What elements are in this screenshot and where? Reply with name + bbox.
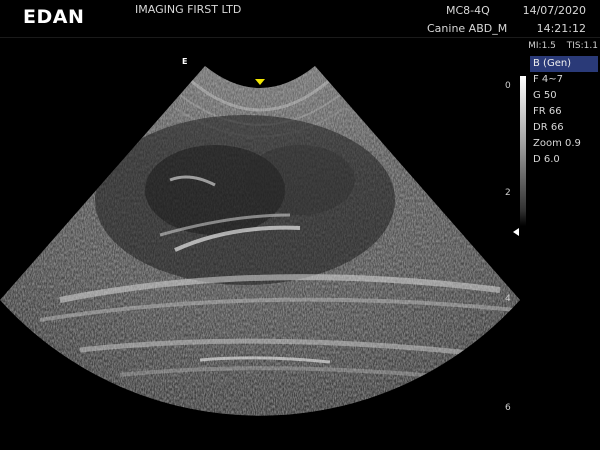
param-frequency: F 4~7 (533, 74, 564, 85)
focus-marker-icon[interactable] (255, 79, 265, 85)
exam-date: 14/07/2020 (522, 4, 586, 17)
parameter-panel: B (Gen) F 4~7 G 50 FR 66 DR 66 Zoom 0.9 … (530, 56, 598, 168)
mode-indicator[interactable]: B (Gen) (530, 56, 598, 72)
depth-tick-6: 6 (505, 403, 511, 413)
header-bar: EDAN IMAGING FIRST LTD MC8-4Q Canine ABD… (0, 0, 600, 38)
orientation-marker: E (182, 57, 188, 66)
param-gain: G 50 (533, 90, 557, 101)
tis-index: TIS:1.1 (566, 41, 598, 51)
brand-logo: EDAN (23, 6, 85, 28)
institution-name: IMAGING FIRST LTD (135, 3, 242, 16)
header-divider (0, 37, 600, 38)
param-zoom: Zoom 0.9 (533, 138, 581, 149)
probe-name: MC8-4Q (446, 4, 490, 17)
depth-tick-0: 0 (505, 81, 511, 91)
exam-time: 14:21:12 (536, 22, 586, 35)
mi-index: MI:1.5 (528, 41, 556, 51)
param-frame-rate: FR 66 (533, 106, 562, 117)
ultrasound-image (0, 66, 520, 416)
acoustic-indices: MI:1.5 TIS:1.1 (528, 41, 598, 51)
depth-tick-2: 2 (505, 188, 511, 198)
param-dynamic-range: DR 66 (533, 122, 564, 133)
exam-preset: Canine ABD_M (427, 22, 508, 35)
grayscale-marker-icon (513, 228, 519, 236)
depth-tick-4: 4 (505, 294, 511, 304)
param-depth: D 6.0 (533, 154, 560, 165)
grayscale-bar (520, 76, 526, 226)
